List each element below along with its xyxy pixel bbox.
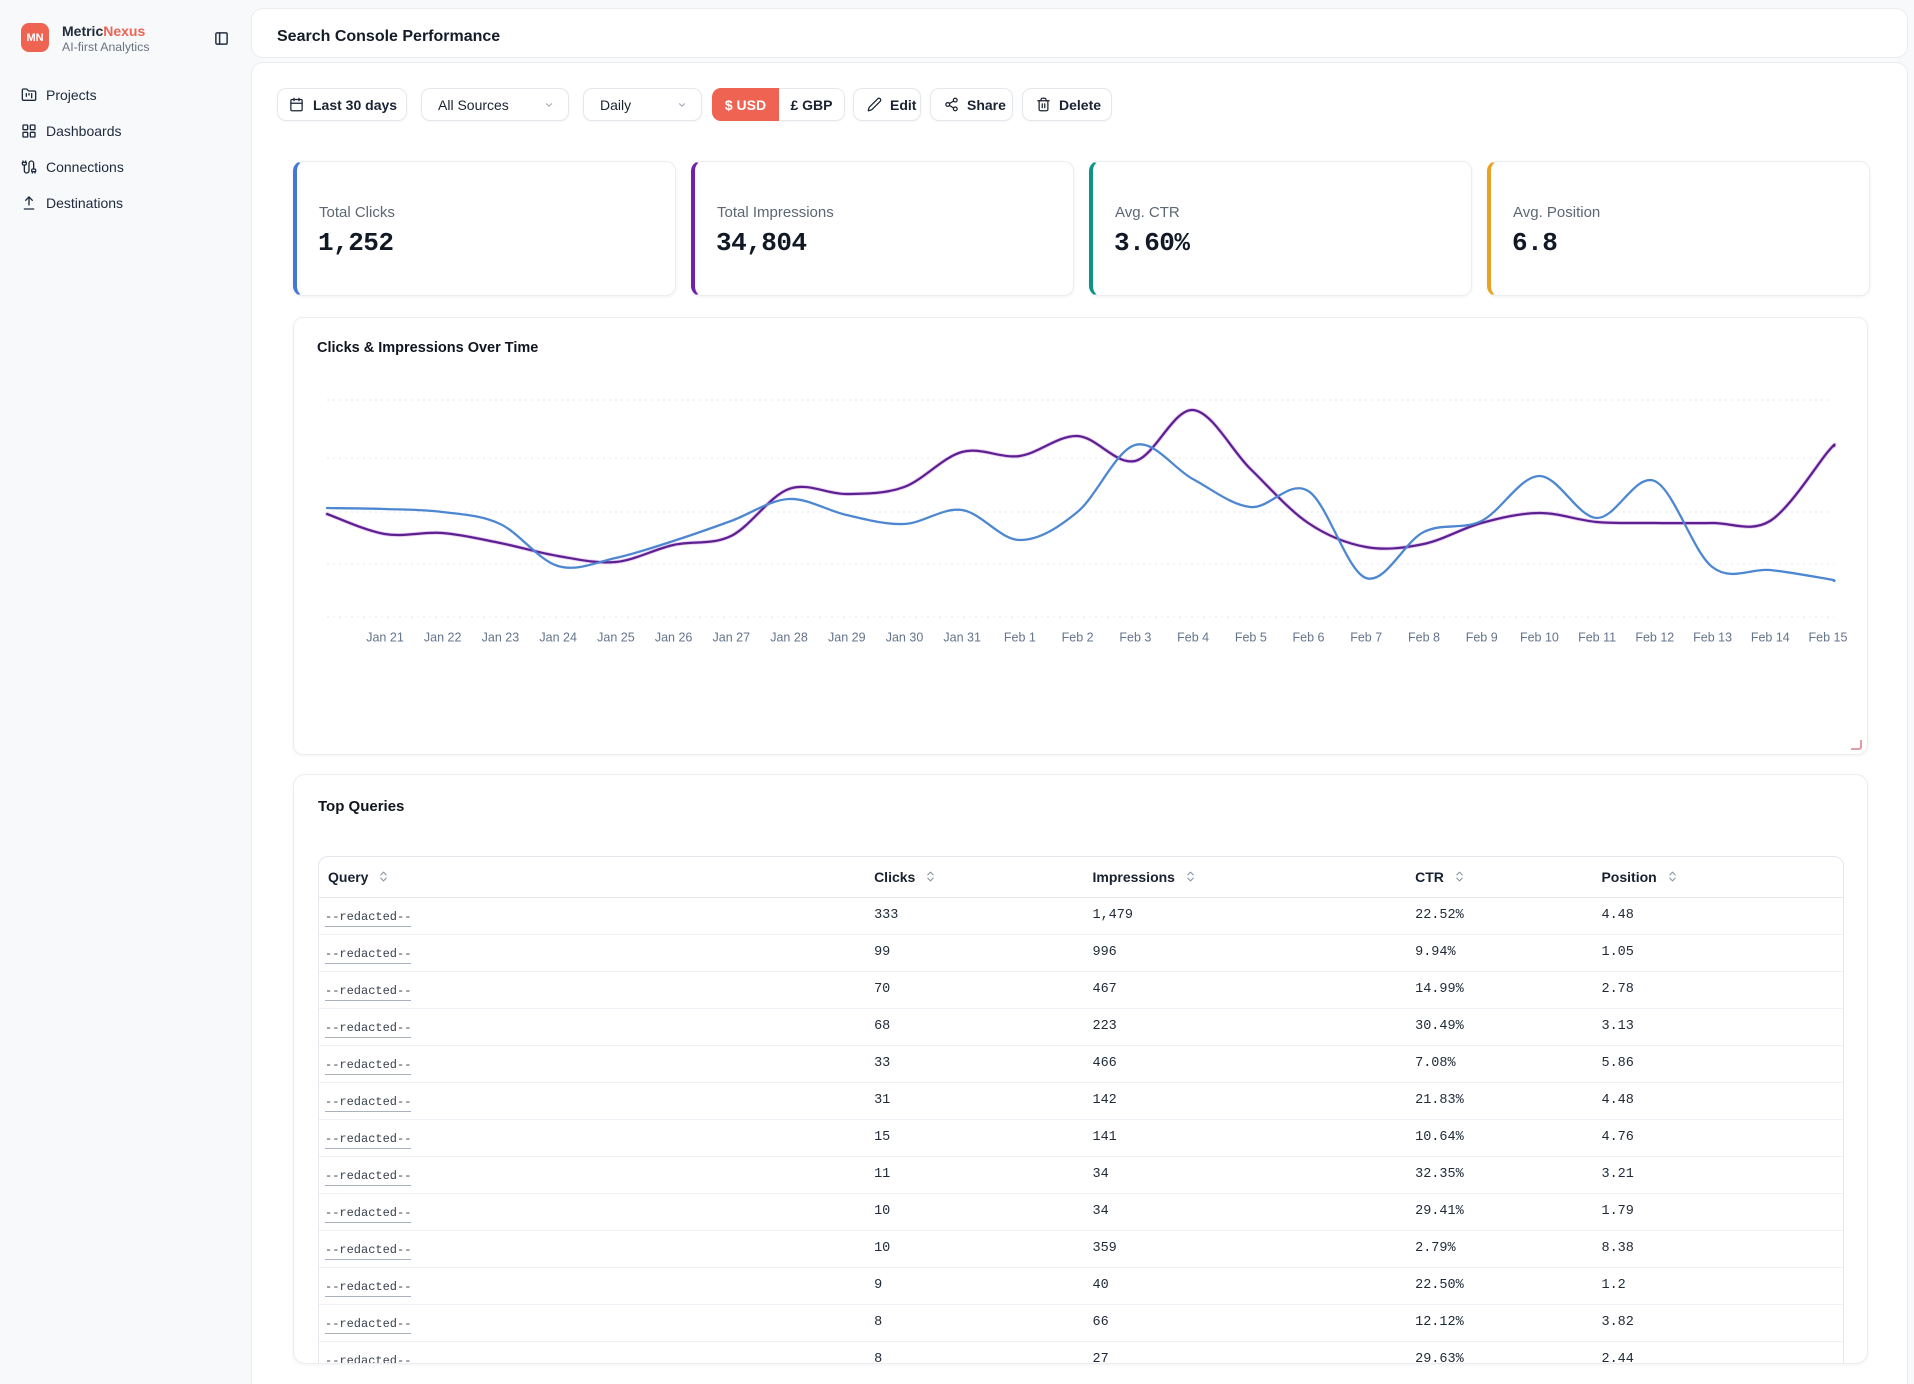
svg-text:Feb 12: Feb 12	[1635, 631, 1674, 645]
svg-text:Feb 10: Feb 10	[1520, 631, 1559, 645]
svg-text:Feb 4: Feb 4	[1177, 631, 1209, 645]
svg-text:Feb 1: Feb 1	[1004, 631, 1036, 645]
svg-text:Jan 30: Jan 30	[886, 631, 924, 645]
svg-text:Feb 13: Feb 13	[1693, 631, 1732, 645]
svg-text:Feb 3: Feb 3	[1119, 631, 1151, 645]
svg-text:Feb 15: Feb 15	[1809, 631, 1848, 645]
svg-text:Feb 7: Feb 7	[1350, 631, 1382, 645]
svg-text:Feb 6: Feb 6	[1293, 631, 1325, 645]
svg-text:Feb 2: Feb 2	[1062, 631, 1094, 645]
svg-text:Jan 27: Jan 27	[713, 631, 751, 645]
svg-text:Jan 25: Jan 25	[597, 631, 635, 645]
svg-text:Jan 26: Jan 26	[655, 631, 693, 645]
svg-text:Feb 5: Feb 5	[1235, 631, 1267, 645]
svg-text:Jan 29: Jan 29	[828, 631, 866, 645]
svg-text:Jan 31: Jan 31	[943, 631, 981, 645]
svg-text:Jan 28: Jan 28	[770, 631, 808, 645]
svg-text:Feb 14: Feb 14	[1751, 631, 1790, 645]
svg-text:Jan 22: Jan 22	[424, 631, 462, 645]
svg-text:Jan 24: Jan 24	[539, 631, 577, 645]
svg-text:Jan 23: Jan 23	[482, 631, 520, 645]
svg-text:Feb 11: Feb 11	[1578, 631, 1616, 645]
svg-text:Feb 8: Feb 8	[1408, 631, 1440, 645]
svg-text:Feb 9: Feb 9	[1466, 631, 1498, 645]
svg-text:Jan 21: Jan 21	[366, 631, 404, 645]
